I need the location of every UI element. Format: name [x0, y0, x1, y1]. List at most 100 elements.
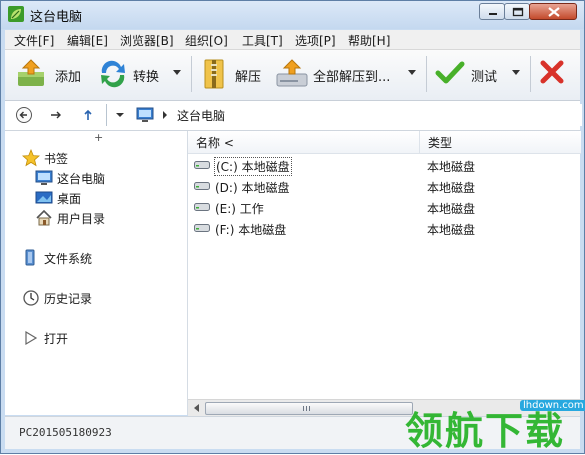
tree-bookmarks-label: 书签 — [44, 152, 69, 166]
history-dropdown-icon[interactable] — [115, 112, 125, 118]
minimize-button[interactable] — [479, 3, 505, 20]
address-bar: 这台电脑 — [5, 101, 582, 131]
tree-user-directory[interactable]: 用户目录 — [35, 209, 155, 227]
app-window: 这台电脑 文件[F] 编辑[E] 浏览器[B] 组织[O] 工具[T] 选项[P… — [0, 0, 585, 454]
extract-zipper-icon — [204, 59, 224, 89]
title-bar: 这台电脑 — [1, 1, 584, 29]
tree-history-label: 历史记录 — [44, 292, 93, 306]
add-archive-icon — [18, 59, 44, 86]
row-name: (F:) 本地磁盘 — [215, 223, 287, 237]
maximize-icon — [512, 7, 524, 17]
menu-file[interactable]: 文件[F] — [14, 32, 54, 49]
menu-tools[interactable]: 工具[T] — [242, 32, 283, 49]
test-check-icon — [435, 61, 465, 84]
column-header-type[interactable]: 类型 — [419, 131, 581, 154]
row-type: 本地磁盘 — [427, 181, 476, 195]
tree-bookmarks[interactable]: 书签 — [22, 149, 142, 167]
window-title: 这台电脑 — [30, 10, 83, 25]
convert-dropdown-icon[interactable] — [173, 70, 181, 75]
minimize-icon — [489, 13, 497, 15]
back-arrow-icon — [16, 107, 32, 123]
scrollbar-thumb[interactable] — [205, 402, 413, 415]
row-type: 本地磁盘 — [427, 160, 476, 174]
table-row[interactable]: (E:) 工作 本地磁盘 — [188, 197, 580, 218]
column-header-type-label: 类型 — [428, 136, 453, 150]
extract-label: 解压 — [235, 70, 262, 85]
convert-button[interactable]: 转换 — [97, 54, 185, 94]
drive-icon — [194, 161, 210, 169]
table-row[interactable]: (C:) 本地磁盘 本地磁盘 — [188, 155, 580, 176]
menu-bar: 文件[F] 编辑[E] 浏览器[B] 组织[O] 工具[T] 选项[P] 帮助[… — [5, 30, 580, 50]
tree-user-directory-label: 用户目录 — [57, 212, 106, 226]
tree-this-pc[interactable]: 这台电脑 — [35, 169, 155, 187]
up-arrow-icon — [84, 109, 92, 120]
menu-edit[interactable]: 编辑[E] — [67, 32, 108, 49]
column-header-name-label: 名称 < — [196, 136, 234, 150]
tree-this-pc-label: 这台电脑 — [57, 172, 106, 186]
filesystem-icon — [25, 249, 35, 266]
status-bar: PC201505180923 领航下载 lhdown.com — [5, 400, 585, 453]
close-icon — [548, 7, 560, 17]
forward-arrow-icon — [51, 111, 61, 119]
tree-history[interactable]: 历史记录 — [22, 289, 142, 307]
tree-desktop-label: 桌面 — [57, 192, 82, 206]
computer-icon — [136, 107, 154, 122]
extract-all-button[interactable]: 全部解压到... — [275, 54, 420, 94]
computer-name: PC201505180923 — [19, 426, 112, 439]
forward-button[interactable] — [47, 106, 65, 124]
test-button[interactable]: 测试 — [435, 54, 523, 94]
home-icon — [36, 209, 52, 226]
file-list: 名称 < 类型 (C:) 本地磁盘 本地磁盘 (D:) 本地磁盘 本地磁盘 (E… — [188, 131, 581, 399]
tree-filesystem-label: 文件系统 — [44, 252, 93, 266]
row-type: 本地磁盘 — [427, 223, 476, 237]
menu-help[interactable]: 帮助[H] — [348, 32, 390, 49]
row-name: (D:) 本地磁盘 — [215, 181, 290, 195]
back-button[interactable] — [15, 106, 33, 124]
breadcrumb-separator-icon[interactable] — [161, 110, 169, 120]
pane-expand-toggle[interactable]: + — [94, 131, 103, 144]
star-icon — [22, 149, 40, 167]
extract-button[interactable]: 解压 — [201, 54, 265, 94]
table-row[interactable]: (F:) 本地磁盘 本地磁盘 — [188, 218, 580, 239]
maximize-button[interactable] — [504, 3, 530, 20]
extract-all-icon — [276, 59, 308, 87]
computer-icon — [35, 170, 53, 185]
toolbar-separator — [530, 56, 531, 92]
close-button[interactable] — [529, 3, 577, 20]
navigation-pane: + 书签 这台电脑 桌面 用户目录 文件系统 历史记录 打开 — [5, 131, 188, 415]
convert-label: 转换 — [133, 70, 160, 85]
row-name: (E:) 工作 — [215, 202, 264, 216]
app-leaf-icon — [8, 6, 24, 22]
drive-icon — [194, 182, 210, 190]
table-row[interactable]: (D:) 本地磁盘 本地磁盘 — [188, 176, 580, 197]
delete-button[interactable] — [538, 54, 580, 94]
extract-all-label: 全部解压到... — [313, 70, 391, 85]
address-path: 这台电脑 — [177, 109, 226, 123]
tree-desktop[interactable]: 桌面 — [35, 189, 155, 207]
menu-options[interactable]: 选项[P] — [295, 32, 336, 49]
menu-organize[interactable]: 组织[O] — [185, 32, 228, 49]
toolbar: 添加 转换 解压 全部解压到... 测试 — [5, 50, 580, 101]
watermark-url: lhdown.com — [520, 400, 585, 411]
grip-icon — [303, 406, 310, 411]
add-button[interactable]: 添加 — [15, 54, 87, 94]
column-header-name[interactable]: 名称 < — [188, 131, 419, 154]
delete-x-icon — [540, 60, 564, 84]
drive-icon — [194, 203, 210, 211]
clock-icon — [23, 290, 39, 306]
extract-all-dropdown-icon[interactable] — [408, 70, 416, 75]
drive-icon — [194, 224, 210, 232]
toolbar-separator — [426, 56, 427, 92]
menu-browser[interactable]: 浏览器[B] — [120, 32, 174, 49]
address-field[interactable]: 这台电脑 — [106, 104, 582, 126]
row-name: (C:) 本地磁盘 — [214, 157, 292, 176]
up-button[interactable] — [79, 106, 97, 124]
toolbar-separator — [191, 56, 192, 92]
test-dropdown-icon[interactable] — [512, 70, 520, 75]
desktop-icon — [35, 191, 53, 204]
tree-open[interactable]: 打开 — [22, 329, 142, 347]
test-label: 测试 — [471, 70, 498, 85]
play-triangle-icon — [25, 330, 38, 346]
scroll-left-icon[interactable] — [194, 404, 199, 412]
tree-filesystem[interactable]: 文件系统 — [22, 249, 142, 267]
